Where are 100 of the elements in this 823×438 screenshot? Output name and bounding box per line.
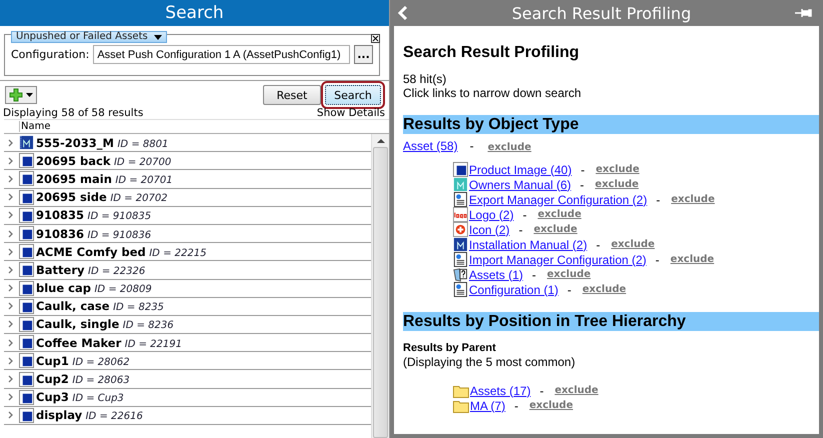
row-name[interactable]: blue cap ID = 20809 <box>36 281 152 296</box>
pin-icon[interactable] <box>794 8 815 18</box>
cube-icon <box>19 335 34 350</box>
folder-icon <box>453 384 469 398</box>
separator: - <box>518 222 523 236</box>
cube-icon <box>19 244 34 260</box>
exclude-link[interactable]: exclude <box>534 222 578 236</box>
cube-icon <box>19 390 34 405</box>
filter-link[interactable]: Assets (1) <box>469 268 524 282</box>
cube-icon <box>19 171 34 186</box>
hint-text: Click links to narrow down search <box>403 86 582 100</box>
document-icon <box>453 192 468 207</box>
question-icon <box>453 267 468 282</box>
panel-title: Search <box>165 3 224 23</box>
back-icon[interactable] <box>398 6 408 20</box>
separator: - <box>656 192 660 206</box>
row-name[interactable]: Cup1 ID = 28062 <box>36 354 130 368</box>
cube-icon <box>19 153 34 168</box>
folder-icon <box>453 398 469 412</box>
filter-link[interactable]: Export Manager Configuration (2) <box>469 192 648 206</box>
close-icon[interactable] <box>371 34 380 43</box>
subheading: Results by Parent <box>403 341 497 355</box>
row-name[interactable]: 910836 ID = 910836 <box>36 226 152 241</box>
cube-icon <box>19 353 34 368</box>
show-details-link[interactable]: Show Details <box>316 107 385 119</box>
manual-icon <box>19 135 34 150</box>
cube-icon <box>19 208 34 223</box>
scroll-up-icon[interactable] <box>376 139 384 143</box>
column-header[interactable]: Name <box>19 121 51 132</box>
separator: - <box>514 398 518 412</box>
result-count: Displaying 58 of 58 results <box>3 107 144 119</box>
exclude-link[interactable]: exclude <box>538 208 582 222</box>
plus-icon <box>9 88 23 102</box>
section-heading: Results by Object Type <box>403 115 819 134</box>
exclude-link[interactable]: exclude <box>529 398 573 412</box>
row-name[interactable]: 20695 main ID = 20701 <box>36 172 173 186</box>
caret-icon <box>154 34 162 40</box>
add-button[interactable] <box>5 86 37 104</box>
scroll-thumb[interactable] <box>373 147 388 438</box>
manual-icon <box>453 177 468 192</box>
document-icon <box>453 252 468 267</box>
exclude-link[interactable]: exclude <box>596 162 640 176</box>
logo-icon <box>453 207 468 222</box>
exclude-link[interactable]: exclude <box>671 192 715 206</box>
section-heading: Results by Position in Tree Hierarchy <box>403 312 819 331</box>
filter-link[interactable]: Installation Manual (2) <box>469 238 588 252</box>
configuration-label: Configuration: <box>11 48 90 61</box>
filter-dropdown[interactable]: Unpushed or Failed Assets <box>11 31 167 43</box>
cube-icon <box>19 316 34 332</box>
row-name[interactable]: ACME Comfy bed ID = 22215 <box>36 244 206 259</box>
separator: - <box>655 252 660 266</box>
row-name[interactable]: 20695 back ID = 20700 <box>36 154 172 168</box>
cube-icon <box>19 372 34 387</box>
browse-button[interactable]: ... <box>354 45 373 64</box>
cube-icon <box>19 408 34 423</box>
exclude-link[interactable]: exclude <box>670 252 714 266</box>
filter-link[interactable]: Owners Manual (6) <box>469 178 572 192</box>
row-name[interactable]: Battery ID = 22326 <box>36 262 146 277</box>
filter-link[interactable]: Logo (2) <box>469 208 514 222</box>
separator: - <box>580 178 584 192</box>
filter-link[interactable]: Assets (17) <box>470 384 531 398</box>
row-name[interactable]: Cup3 ID = Cup3 <box>36 390 124 404</box>
separator: - <box>532 268 536 282</box>
row-name[interactable]: Caulk, single ID = 8236 <box>36 317 174 332</box>
cube-icon <box>19 262 34 278</box>
panel-title: Search Result Profiling <box>512 4 692 22</box>
cube-icon <box>19 298 34 314</box>
configuration-field[interactable]: Asset Push Configuration 1 A (AssetPushConfig1) <box>93 45 350 64</box>
separator: - <box>580 162 585 176</box>
filter-link[interactable]: Icon (2) <box>469 222 510 236</box>
exclude-link[interactable]: exclude <box>554 384 598 398</box>
action-button[interactable]: Reset <box>263 85 321 105</box>
scrollbar[interactable] <box>371 134 389 438</box>
separator: - <box>596 238 600 252</box>
row-name[interactable]: 20695 side ID = 20702 <box>36 190 168 204</box>
cube-icon <box>19 190 34 205</box>
filter-link[interactable]: MA (7) <box>470 398 506 412</box>
row-name[interactable]: Caulk, case ID = 8235 <box>36 299 164 314</box>
filter-link[interactable]: Asset (58) <box>403 139 458 153</box>
exclude-link[interactable]: exclude <box>611 238 655 252</box>
caret-icon <box>26 93 33 97</box>
exclude-link[interactable]: exclude <box>488 142 532 153</box>
filter-link[interactable]: Import Manager Configuration (2) <box>469 252 646 266</box>
cube-icon <box>19 280 34 296</box>
plus-circle-icon <box>453 222 468 237</box>
filter-link[interactable]: Product Image (40) <box>469 162 572 176</box>
exclude-link[interactable]: exclude <box>595 178 639 192</box>
separator: - <box>470 139 474 153</box>
row-name[interactable]: Cup2 ID = 28063 <box>36 372 130 386</box>
exclude-link[interactable]: exclude <box>582 282 626 296</box>
separator: - <box>522 208 527 222</box>
filter-link[interactable]: Configuration (1) <box>469 282 558 296</box>
exclude-link[interactable]: exclude <box>547 268 591 282</box>
cube-icon <box>19 226 34 242</box>
row-name[interactable]: Coffee Maker ID = 22191 <box>36 336 182 350</box>
row-name[interactable]: 555-2033_M ID = 8801 <box>36 136 168 150</box>
note-text: (Displaying the 5 most common) <box>403 355 576 369</box>
row-name[interactable]: 910835 ID = 910835 <box>36 208 152 222</box>
row-name[interactable]: display ID = 22616 <box>36 408 143 422</box>
manual-icon <box>453 237 468 252</box>
